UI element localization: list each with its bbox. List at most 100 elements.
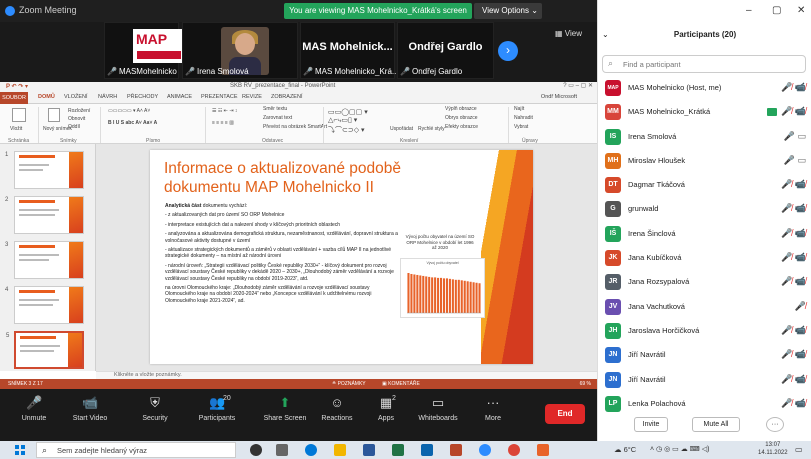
powerpoint-icon[interactable] <box>450 444 462 456</box>
participant-status-icons[interactable]: 🎤̸ 📹̸ <box>781 398 806 409</box>
share-screen-button[interactable]: ⬆ Share Screen <box>255 395 315 422</box>
security-button[interactable]: ⛨ Security <box>125 395 185 422</box>
participant-row[interactable]: JK Jana Kubíčková 🎤̸ 📹̸ <box>598 246 811 270</box>
windows-start-icon[interactable] <box>15 445 25 455</box>
taskbar-clock[interactable]: 13:07 14.11.2022 <box>758 441 788 457</box>
taskbar-search[interactable]: ⌕ Sem zadejte hledaný výraz <box>36 442 236 458</box>
participant-status-icons[interactable]: 🎤̸ 📹̸ <box>781 325 806 336</box>
comments-toggle[interactable]: ▣ KOMENTÁŘE <box>382 381 420 387</box>
participant-status-icons[interactable]: 🎤̸ 📹̸ <box>781 228 806 239</box>
reset-button[interactable]: Obnovit <box>68 116 85 122</box>
widgets-icon[interactable] <box>276 444 288 456</box>
participant-row[interactable]: MAP MAS Mohelnicko (Host, me) 🎤̸ 📹̸ <box>598 76 811 100</box>
outlook-icon[interactable] <box>421 444 433 456</box>
tab-insert[interactable]: VLOŽENÍ <box>64 94 88 100</box>
window-controls[interactable]: ? ▭ – ▢ ✕ <box>563 82 593 89</box>
quick-access-toolbar[interactable]: P ↶ ↷ ▾ <box>6 83 28 90</box>
participant-row[interactable]: LP Lenka Polachová 🎤̸ 📹̸ <box>598 392 811 416</box>
minimize-icon[interactable]: – <box>746 5 752 16</box>
zoom-taskbar-icon[interactable] <box>479 444 491 456</box>
participant-row[interactable]: IŠ Irena Šinclová 🎤̸ 📹̸ <box>598 222 811 246</box>
slide-thumb[interactable]: 1 <box>5 151 84 189</box>
more-options-button[interactable]: ··· <box>766 417 784 432</box>
current-slide[interactable]: Informace o aktualizované podobě dokumen… <box>150 150 533 364</box>
participant-status-icons[interactable]: 🎤̸ 📹̸ <box>781 349 806 360</box>
chrome-icon[interactable] <box>508 444 520 456</box>
participant-row[interactable]: DT Dagmar Tkáčová 🎤̸ 📹̸ <box>598 173 811 197</box>
excel-icon[interactable] <box>392 444 404 456</box>
video-tile-ondrej[interactable]: Ondřej Gardlo 🎤 Ondřej Gardlo <box>397 22 494 79</box>
slide-thumb-active[interactable]: 5 <box>6 331 84 369</box>
list-buttons[interactable]: ☰ ☷ ⇤ ⇥ ↕ <box>212 108 237 114</box>
align-text-button[interactable]: Zarovnat text <box>263 115 292 121</box>
participant-row[interactable]: MH Miroslav Hloušek 🎤 ▭ <box>598 149 811 173</box>
participant-row[interactable]: JV Jana Vachutková 🎤̸ <box>598 295 811 319</box>
view-options-button[interactable]: View Options ⌄ <box>474 3 542 19</box>
zoom-level[interactable]: 69 % <box>580 381 591 387</box>
participant-row[interactable]: JH Jaroslava Horčičková 🎤̸ 📹̸ <box>598 319 811 343</box>
shape-outline-button[interactable]: Obrys obrazce <box>445 115 478 121</box>
video-tile-irena[interactable]: 🎤 Irena Smolová <box>182 22 298 79</box>
task-view-icon[interactable] <box>250 444 262 456</box>
account-name[interactable]: Ondř Microsoft <box>541 94 577 100</box>
apps-button[interactable]: ▦ 2 Apps <box>356 395 416 422</box>
participant-row[interactable]: MM MAS Mohelnicko_Krátká 🎤̸ 📹̸ <box>598 100 811 124</box>
paste-icon[interactable] <box>12 108 26 122</box>
participant-status-icons[interactable]: 🎤̸ <box>795 301 806 312</box>
tab-review[interactable]: REVIZE <box>242 94 262 100</box>
word-icon[interactable] <box>363 444 375 456</box>
tab-slideshow[interactable]: PREZENTACE <box>201 94 238 100</box>
participant-row[interactable]: JN Jiří Navrátil 🎤̸ 📹̸ <box>598 343 811 367</box>
unmute-button[interactable]: 🎤 Unmute <box>4 395 64 422</box>
smartart-button[interactable]: Převést na obrázek SmartArt <box>263 124 327 130</box>
arrange-button[interactable]: Uspořádat <box>390 126 413 132</box>
whiteboards-button[interactable]: ▭ Whiteboards <box>408 395 468 422</box>
participant-status-icons[interactable]: 🎤̸ 📹̸ <box>767 106 806 117</box>
replace-button[interactable]: Nahradit <box>514 115 533 121</box>
font-format-buttons[interactable]: B I U S abc A˅ Aa˅ A <box>108 120 157 126</box>
participant-status-icons[interactable]: 🎤̸ 📹̸ <box>781 179 806 190</box>
participant-row[interactable]: Ggrunwald 🎤̸ 📹̸ <box>598 197 811 221</box>
participant-status-icons[interactable]: 🎤 ▭ <box>784 131 806 142</box>
participant-status-icons[interactable]: 🎤̸ 📹̸ <box>781 276 806 287</box>
more-button[interactable]: ··· More <box>463 395 523 422</box>
participants-button[interactable]: 👥 20 Participants <box>187 395 247 422</box>
participant-status-icons[interactable]: 🎤̸ 📹̸ <box>781 374 806 385</box>
video-tile-mas-kratka[interactable]: MAS Mohelnick... 🎤 MAS Mohelnicko_Krá... <box>300 22 399 79</box>
align-buttons[interactable]: ≡ ≡ ≡ ≡ ▥ <box>212 120 234 126</box>
maximize-icon[interactable]: ▢ <box>772 5 781 16</box>
file-explorer-icon[interactable] <box>334 444 346 456</box>
slide-thumb[interactable]: 2 <box>5 196 84 234</box>
tab-transitions[interactable]: PŘECHODY <box>127 94 158 100</box>
shape-effects-button[interactable]: Efekty obrazce <box>445 124 478 130</box>
system-tray-icons[interactable]: ˄ ◷ ◎ ▭ ☁ ⌨ ◁) <box>650 445 709 453</box>
video-tile-masmohelnicko[interactable]: MAP 🎤 MASMohelnicko <box>104 22 185 79</box>
mute-all-button[interactable]: Mute All <box>692 417 740 432</box>
view-button[interactable]: ▦ View <box>555 29 582 38</box>
close-icon[interactable]: ✕ <box>797 5 805 16</box>
select-button[interactable]: Vybrat <box>514 124 528 130</box>
section-button[interactable]: Oddíl <box>68 124 80 130</box>
participant-row[interactable]: JR Jana Rozsypalová 🎤̸ 📹̸ <box>598 270 811 294</box>
participant-row[interactable]: JN Jiří Navrátil 🎤̸ 📹̸ <box>598 368 811 392</box>
tab-file[interactable]: SOUBOR <box>0 92 28 104</box>
edge-icon[interactable] <box>305 444 317 456</box>
participant-status-icons[interactable]: 🎤 ▭ <box>784 155 806 166</box>
tab-view[interactable]: ZOBRAZENÍ <box>271 94 302 100</box>
participant-status-icons[interactable]: 🎤̸ 📹̸ <box>781 82 806 93</box>
slide-thumb[interactable]: 4 <box>5 286 84 324</box>
next-page-icon[interactable]: › <box>498 41 518 61</box>
end-meeting-button[interactable]: End <box>545 404 585 424</box>
shapes-gallery[interactable]: ▭▭◯▢▢ ▾ △⌐⤷▭▯ ▾ ⤵⌒⊂⊃◇ ▾ <box>328 108 368 135</box>
weather-widget[interactable]: ☁ 6°C <box>614 445 636 454</box>
notifications-icon[interactable]: ▭ <box>795 445 803 454</box>
participant-status-icons[interactable]: 🎤̸ 📹̸ <box>781 252 806 263</box>
tab-design[interactable]: NÁVRH <box>98 94 117 100</box>
participant-search[interactable]: ⌕ <box>602 55 806 73</box>
app-icon[interactable] <box>537 444 549 456</box>
new-slide-icon[interactable] <box>48 108 60 122</box>
participant-row[interactable]: IS Irena Smolová 🎤 ▭ <box>598 125 811 149</box>
notes-pane[interactable]: Klikněte a vložte poznámky. <box>96 371 597 379</box>
paste-button[interactable]: Vložit <box>10 126 22 132</box>
slide-thumb[interactable]: 3 <box>5 241 84 279</box>
